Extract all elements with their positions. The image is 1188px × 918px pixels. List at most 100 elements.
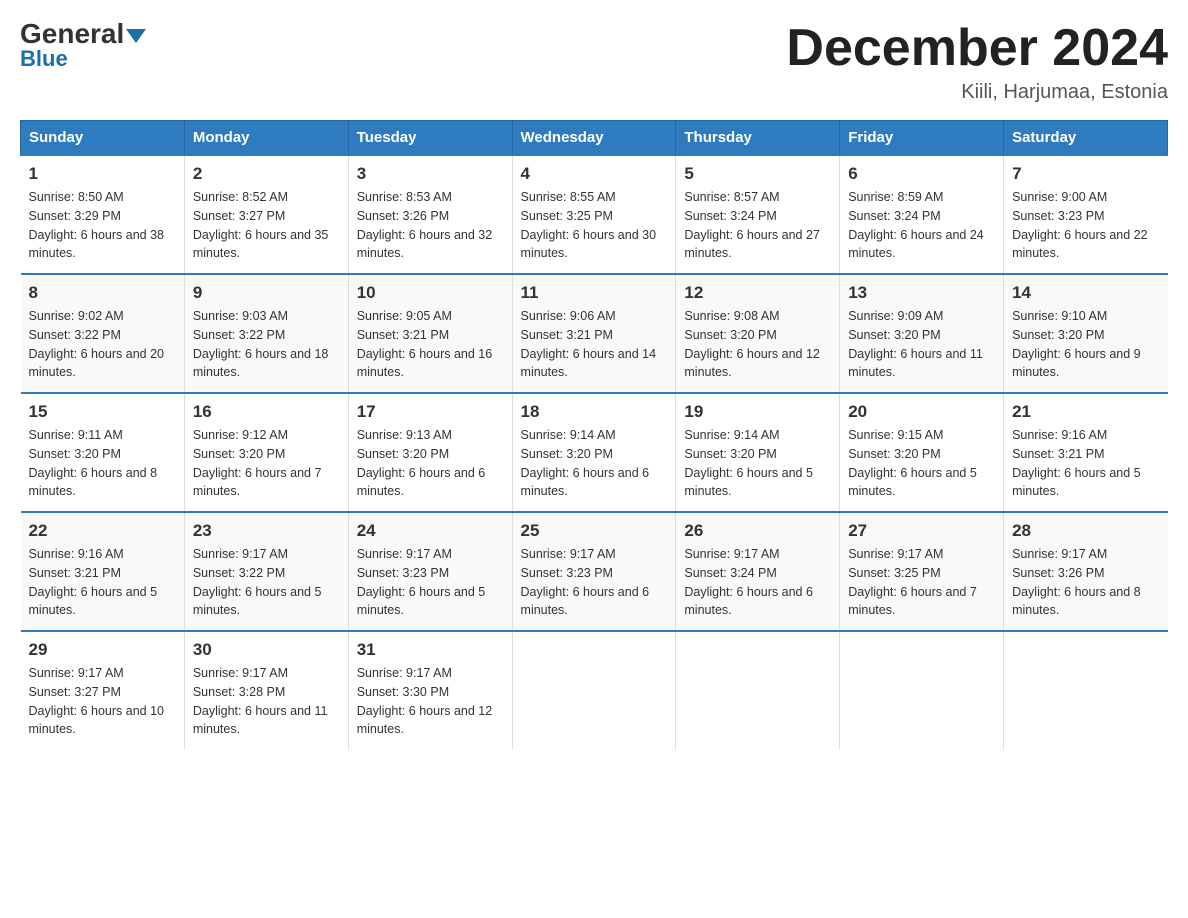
col-header-sunday: Sunday	[21, 121, 185, 156]
day-number: 21	[1012, 402, 1159, 422]
day-info: Sunrise: 8:57 AMSunset: 3:24 PMDaylight:…	[684, 190, 820, 260]
day-number: 16	[193, 402, 340, 422]
calendar-cell: 26 Sunrise: 9:17 AMSunset: 3:24 PMDayligh…	[676, 512, 840, 631]
day-number: 14	[1012, 283, 1159, 303]
day-info: Sunrise: 9:17 AMSunset: 3:30 PMDaylight:…	[357, 666, 493, 736]
day-number: 20	[848, 402, 995, 422]
day-number: 15	[29, 402, 176, 422]
logo-general: General	[20, 20, 146, 48]
day-number: 22	[29, 521, 176, 541]
day-number: 10	[357, 283, 504, 303]
calendar-cell: 12Sunrise: 9:08 AMSunset: 3:20 PMDayligh…	[676, 274, 840, 393]
day-number: 26	[684, 521, 831, 541]
calendar-cell: 7 Sunrise: 9:00 AMSunset: 3:23 PMDaylight…	[1004, 155, 1168, 274]
day-number: 6	[848, 164, 995, 184]
logo-triangle-icon	[126, 29, 146, 43]
day-number: 9	[193, 283, 340, 303]
calendar-cell: 27 Sunrise: 9:17 AMSunset: 3:25 PMDayligh…	[840, 512, 1004, 631]
calendar-cell: 23 Sunrise: 9:17 AMSunset: 3:22 PMDayligh…	[184, 512, 348, 631]
calendar-cell	[676, 631, 840, 749]
calendar-cell: 31Sunrise: 9:17 AMSunset: 3:30 PMDayligh…	[348, 631, 512, 749]
col-header-wednesday: Wednesday	[512, 121, 676, 156]
day-info: Sunrise: 8:50 AMSunset: 3:29 PMDaylight:…	[29, 190, 165, 260]
day-info: Sunrise: 9:10 AMSunset: 3:20 PMDaylight:…	[1012, 309, 1141, 379]
day-info: Sunrise: 9:17 AMSunset: 3:24 PMDaylight:…	[684, 547, 813, 617]
day-number: 23	[193, 521, 340, 541]
page-header: General Blue December 2024 Kiili, Harjum…	[20, 20, 1168, 104]
day-number: 4	[521, 164, 668, 184]
day-info: Sunrise: 9:17 AMSunset: 3:26 PMDaylight:…	[1012, 547, 1141, 617]
day-number: 2	[193, 164, 340, 184]
calendar-cell	[512, 631, 676, 749]
calendar-cell: 10 Sunrise: 9:05 AMSunset: 3:21 PMDayligh…	[348, 274, 512, 393]
day-info: Sunrise: 8:53 AMSunset: 3:26 PMDaylight:…	[357, 190, 493, 260]
calendar-cell: 30Sunrise: 9:17 AMSunset: 3:28 PMDayligh…	[184, 631, 348, 749]
day-info: Sunrise: 9:17 AMSunset: 3:23 PMDaylight:…	[357, 547, 486, 617]
day-number: 25	[521, 521, 668, 541]
calendar-week-row: 22Sunrise: 9:16 AMSunset: 3:21 PMDayligh…	[21, 512, 1168, 631]
day-info: Sunrise: 9:17 AMSunset: 3:28 PMDaylight:…	[193, 666, 328, 736]
calendar-cell: 9 Sunrise: 9:03 AMSunset: 3:22 PMDaylight…	[184, 274, 348, 393]
calendar-week-row: 15 Sunrise: 9:11 AMSunset: 3:20 PMDayligh…	[21, 393, 1168, 512]
day-number: 12	[684, 283, 831, 303]
calendar-cell: 3 Sunrise: 8:53 AMSunset: 3:26 PMDaylight…	[348, 155, 512, 274]
location: Kiili, Harjumaa, Estonia	[786, 81, 1168, 104]
day-info: Sunrise: 9:09 AMSunset: 3:20 PMDaylight:…	[848, 309, 983, 379]
calendar-cell: 11 Sunrise: 9:06 AMSunset: 3:21 PMDayligh…	[512, 274, 676, 393]
calendar-cell: 2Sunrise: 8:52 AMSunset: 3:27 PMDaylight…	[184, 155, 348, 274]
day-number: 28	[1012, 521, 1159, 541]
calendar-cell: 5 Sunrise: 8:57 AMSunset: 3:24 PMDaylight…	[676, 155, 840, 274]
calendar-week-row: 29 Sunrise: 9:17 AMSunset: 3:27 PMDayligh…	[21, 631, 1168, 749]
calendar-cell: 22Sunrise: 9:16 AMSunset: 3:21 PMDayligh…	[21, 512, 185, 631]
day-info: Sunrise: 9:17 AMSunset: 3:22 PMDaylight:…	[193, 547, 322, 617]
calendar-cell: 20Sunrise: 9:15 AMSunset: 3:20 PMDayligh…	[840, 393, 1004, 512]
day-number: 29	[29, 640, 176, 660]
calendar-week-row: 8 Sunrise: 9:02 AMSunset: 3:22 PMDaylight…	[21, 274, 1168, 393]
day-info: Sunrise: 9:17 AMSunset: 3:25 PMDaylight:…	[848, 547, 977, 617]
day-number: 17	[357, 402, 504, 422]
calendar-header-row: SundayMondayTuesdayWednesdayThursdayFrid…	[21, 121, 1168, 156]
day-info: Sunrise: 9:06 AMSunset: 3:21 PMDaylight:…	[521, 309, 657, 379]
calendar-cell: 15 Sunrise: 9:11 AMSunset: 3:20 PMDayligh…	[21, 393, 185, 512]
calendar-cell: 19Sunrise: 9:14 AMSunset: 3:20 PMDayligh…	[676, 393, 840, 512]
day-number: 7	[1012, 164, 1159, 184]
logo-blue: Blue	[20, 46, 68, 72]
calendar-cell: 24 Sunrise: 9:17 AMSunset: 3:23 PMDayligh…	[348, 512, 512, 631]
day-number: 3	[357, 164, 504, 184]
day-info: Sunrise: 9:00 AMSunset: 3:23 PMDaylight:…	[1012, 190, 1148, 260]
calendar-cell: 29 Sunrise: 9:17 AMSunset: 3:27 PMDayligh…	[21, 631, 185, 749]
calendar-cell: 17 Sunrise: 9:13 AMSunset: 3:20 PMDayligh…	[348, 393, 512, 512]
calendar-cell: 25 Sunrise: 9:17 AMSunset: 3:23 PMDayligh…	[512, 512, 676, 631]
calendar-cell: 28 Sunrise: 9:17 AMSunset: 3:26 PMDayligh…	[1004, 512, 1168, 631]
day-info: Sunrise: 9:13 AMSunset: 3:20 PMDaylight:…	[357, 428, 486, 498]
day-number: 27	[848, 521, 995, 541]
day-info: Sunrise: 9:11 AMSunset: 3:20 PMDaylight:…	[29, 428, 158, 498]
title-block: December 2024 Kiili, Harjumaa, Estonia	[786, 20, 1168, 104]
col-header-friday: Friday	[840, 121, 1004, 156]
day-info: Sunrise: 9:12 AMSunset: 3:20 PMDaylight:…	[193, 428, 322, 498]
day-info: Sunrise: 9:03 AMSunset: 3:22 PMDaylight:…	[193, 309, 329, 379]
day-info: Sunrise: 9:16 AMSunset: 3:21 PMDaylight:…	[1012, 428, 1141, 498]
col-header-monday: Monday	[184, 121, 348, 156]
col-header-tuesday: Tuesday	[348, 121, 512, 156]
calendar-cell: 14 Sunrise: 9:10 AMSunset: 3:20 PMDayligh…	[1004, 274, 1168, 393]
day-info: Sunrise: 9:17 AMSunset: 3:23 PMDaylight:…	[521, 547, 650, 617]
day-number: 1	[29, 164, 176, 184]
col-header-thursday: Thursday	[676, 121, 840, 156]
day-number: 13	[848, 283, 995, 303]
logo: General Blue	[20, 20, 146, 72]
month-title: December 2024	[786, 20, 1168, 77]
day-number: 8	[29, 283, 176, 303]
calendar-cell: 16 Sunrise: 9:12 AMSunset: 3:20 PMDayligh…	[184, 393, 348, 512]
day-info: Sunrise: 8:55 AMSunset: 3:25 PMDaylight:…	[521, 190, 657, 260]
day-info: Sunrise: 9:02 AMSunset: 3:22 PMDaylight:…	[29, 309, 165, 379]
day-number: 5	[684, 164, 831, 184]
day-number: 24	[357, 521, 504, 541]
calendar-cell: 13 Sunrise: 9:09 AMSunset: 3:20 PMDayligh…	[840, 274, 1004, 393]
day-info: Sunrise: 9:17 AMSunset: 3:27 PMDaylight:…	[29, 666, 165, 736]
day-number: 18	[521, 402, 668, 422]
day-number: 11	[521, 283, 668, 303]
calendar-week-row: 1 Sunrise: 8:50 AMSunset: 3:29 PMDaylight…	[21, 155, 1168, 274]
calendar-cell: 21 Sunrise: 9:16 AMSunset: 3:21 PMDayligh…	[1004, 393, 1168, 512]
day-info: Sunrise: 9:05 AMSunset: 3:21 PMDaylight:…	[357, 309, 493, 379]
